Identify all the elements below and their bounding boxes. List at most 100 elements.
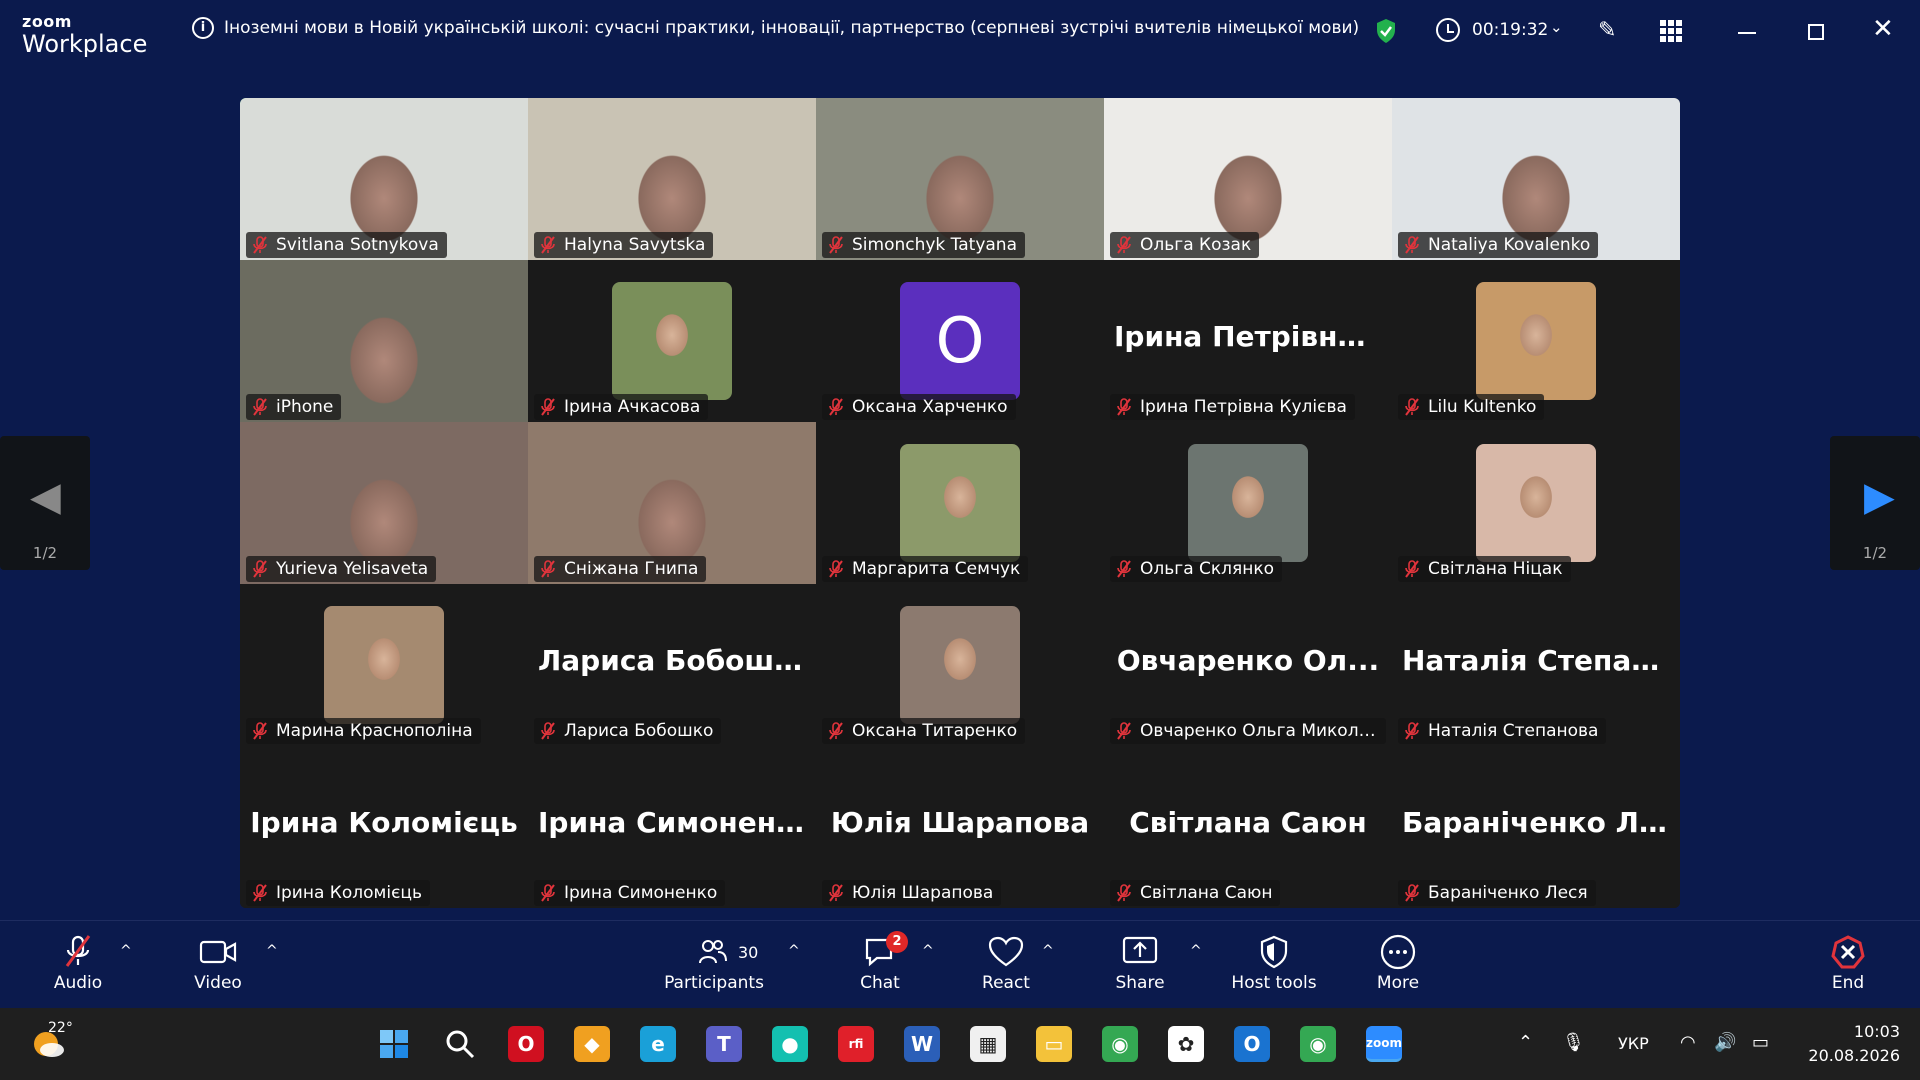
- taskbar-opera-icon[interactable]: O: [508, 1026, 544, 1062]
- annotate-pen-icon[interactable]: ✎: [1598, 18, 1616, 43]
- meeting-timer[interactable]: 00:19:32: [1472, 20, 1548, 40]
- taskbar-start-icon[interactable]: [376, 1026, 412, 1062]
- video-options-caret-icon[interactable]: ^: [266, 943, 278, 959]
- close-icon[interactable]: ✕: [1872, 16, 1894, 42]
- chevron-up-icon[interactable]: ⌃: [1518, 1032, 1533, 1053]
- heart-icon: [988, 936, 1024, 967]
- participant-tile[interactable]: O Оксана Харченко: [816, 260, 1104, 422]
- participant-tile[interactable]: Світлана Ніцак: [1392, 422, 1680, 584]
- participant-tile[interactable]: Svitlana Sotnykova: [240, 98, 528, 260]
- react-options-caret-icon[interactable]: ^: [1042, 943, 1054, 959]
- taskbar-explorer-icon[interactable]: ▭: [1036, 1026, 1072, 1062]
- apps-grid-icon[interactable]: [1660, 20, 1682, 42]
- share-button[interactable]: Share: [1110, 933, 1170, 993]
- encryption-shield-icon[interactable]: [1375, 18, 1397, 44]
- participant-tile[interactable]: Світлана Саюн Світлана Саюн: [1104, 746, 1392, 908]
- participant-photo: [1188, 444, 1308, 562]
- participant-tile[interactable]: Lilu Kultenko: [1392, 260, 1680, 422]
- next-page-button[interactable]: ▶ 1/2: [1830, 436, 1920, 570]
- chevron-down-icon[interactable]: ⌄: [1550, 18, 1563, 36]
- participant-tile[interactable]: Сніжана Гнипа: [528, 422, 816, 584]
- participant-tile[interactable]: Ольга Козак: [1104, 98, 1392, 260]
- taskbar-word-icon[interactable]: W: [904, 1026, 940, 1062]
- taskbar-edge-icon[interactable]: e: [640, 1026, 676, 1062]
- mic-muted-icon: [1405, 236, 1419, 254]
- microphone-tray-icon[interactable]: 🎙: [1562, 1032, 1585, 1053]
- volume-icon[interactable]: 🔊: [1714, 1032, 1736, 1053]
- react-button[interactable]: React: [976, 933, 1036, 993]
- mic-muted-icon: [253, 560, 267, 578]
- taskbar-outlook-icon[interactable]: O: [1234, 1026, 1270, 1062]
- participant-name: Світлана Ніцак: [1428, 559, 1563, 579]
- mic-muted-icon: [65, 935, 91, 967]
- audio-options-caret-icon[interactable]: ^: [120, 943, 132, 959]
- participants-options-caret-icon[interactable]: ^: [788, 943, 800, 959]
- shield-icon: [1260, 935, 1288, 969]
- participant-tile[interactable]: Ольга Склянко: [1104, 422, 1392, 584]
- participant-tile[interactable]: Ірина Петрівна... Ірина Петрівна Кулієва: [1104, 260, 1392, 422]
- end-meeting-button[interactable]: End: [1818, 933, 1878, 993]
- taskbar-search-icon[interactable]: [442, 1026, 478, 1062]
- taskbar-chatgpt-icon[interactable]: ✿: [1168, 1026, 1204, 1062]
- participant-tile[interactable]: Марина Краснополіна: [240, 584, 528, 746]
- participant-name: Світлана Саюн: [1140, 883, 1273, 903]
- taskbar-zoom-icon[interactable]: zoom: [1366, 1026, 1402, 1062]
- participant-name-label: Маргарита Семчук: [822, 556, 1029, 582]
- participant-tile[interactable]: Маргарита Семчук: [816, 422, 1104, 584]
- battery-icon[interactable]: ▭: [1752, 1032, 1769, 1053]
- participant-tile[interactable]: Halyna Savytska: [528, 98, 816, 260]
- share-options-caret-icon[interactable]: ^: [1190, 943, 1202, 959]
- participant-tile[interactable]: Ірина Ачкасова: [528, 260, 816, 422]
- chat-label: Chat: [860, 973, 900, 993]
- participant-tile[interactable]: Овчаренко Ол... Овчаренко Ольга Миколаї..…: [1104, 584, 1392, 746]
- participant-name-label: Юлія Шарапова: [822, 880, 1002, 906]
- taskbar-app-yellow-icon[interactable]: ◆: [574, 1026, 610, 1062]
- participant-name: Ольга Козак: [1140, 235, 1252, 255]
- input-language[interactable]: УКР: [1618, 1034, 1649, 1053]
- participant-tile[interactable]: Nataliya Kovalenko: [1392, 98, 1680, 260]
- mic-muted-icon: [1405, 722, 1419, 740]
- participant-display-name: Лариса Бобошко: [538, 644, 813, 677]
- taskbar-app-teal-icon[interactable]: ●: [772, 1026, 808, 1062]
- end-label: End: [1831, 973, 1865, 993]
- meeting-title: Іноземні мови в Новій українській школі:…: [224, 18, 1360, 38]
- chat-options-caret-icon[interactable]: ^: [922, 943, 934, 959]
- participant-tile[interactable]: Ірина Коломієць Ірина Коломієць: [240, 746, 528, 908]
- participant-tile[interactable]: Лариса Бобошко Лариса Бобошко: [528, 584, 816, 746]
- audio-button[interactable]: Audio: [48, 933, 108, 993]
- participant-tile[interactable]: Yurieva Yelisaveta: [240, 422, 528, 584]
- video-button[interactable]: Video: [188, 933, 248, 993]
- taskbar-rfi-icon[interactable]: rfi: [838, 1026, 874, 1062]
- camera-icon: [199, 940, 237, 964]
- participant-tile[interactable]: Оксана Титаренко: [816, 584, 1104, 746]
- participants-button[interactable]: Participants: [662, 933, 766, 993]
- participant-tile[interactable]: iPhone: [240, 260, 528, 422]
- participant-name: Ірина Петрівна Кулієва: [1140, 397, 1347, 417]
- participant-tile[interactable]: Юлія Шарапова Юлія Шарапова: [816, 746, 1104, 908]
- participant-name-label: Овчаренко Ольга Миколаї...: [1110, 718, 1386, 744]
- participant-tile[interactable]: Наталія Степан... Наталія Степанова: [1392, 584, 1680, 746]
- host-tools-button[interactable]: Host tools: [1224, 933, 1324, 993]
- taskbar-store-icon[interactable]: ▦: [970, 1026, 1006, 1062]
- participant-tile[interactable]: Ірина Симонен... Ірина Симоненко: [528, 746, 816, 908]
- taskbar-teams-icon[interactable]: T: [706, 1026, 742, 1062]
- taskbar-chrome-icon[interactable]: ◉: [1102, 1026, 1138, 1062]
- participant-name: Бараніченко Леся: [1428, 883, 1588, 903]
- maximize-icon[interactable]: [1808, 24, 1824, 40]
- minimize-icon[interactable]: [1738, 32, 1756, 34]
- participant-name-label: Nataliya Kovalenko: [1398, 232, 1599, 258]
- clock-time[interactable]: 10:03: [1810, 1022, 1900, 1041]
- clock-date[interactable]: 20.08.2026: [1790, 1046, 1900, 1065]
- participant-tile[interactable]: Simonchyk Tatyana: [816, 98, 1104, 260]
- taskbar-chrome2-icon[interactable]: ◉: [1300, 1026, 1336, 1062]
- arrow-right-icon: ▶: [1864, 474, 1895, 520]
- participant-photo: [1476, 444, 1596, 562]
- chat-unread-badge: 2: [886, 931, 908, 953]
- wifi-icon[interactable]: ◠: [1680, 1032, 1696, 1053]
- participant-name: Svitlana Sotnykova: [276, 235, 439, 255]
- info-icon[interactable]: i: [192, 17, 214, 39]
- participant-tile[interactable]: Бараніченко Л... Бараніченко Леся: [1392, 746, 1680, 908]
- mic-muted-icon: [253, 236, 267, 254]
- more-button[interactable]: More: [1366, 933, 1430, 993]
- previous-page-button[interactable]: ◀ 1/2: [0, 436, 90, 570]
